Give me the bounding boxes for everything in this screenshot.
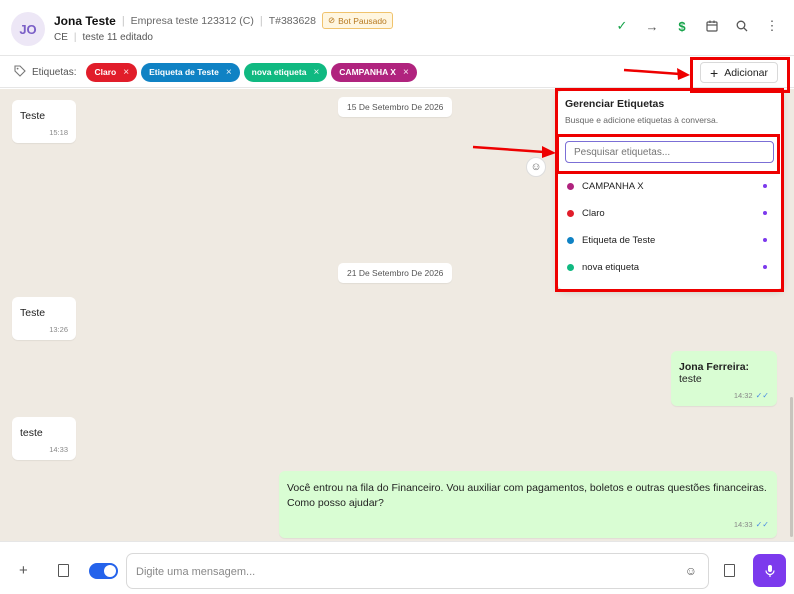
tag-chip-claro: Claro ×: [86, 62, 138, 82]
ticket-number: T#383628: [268, 14, 316, 27]
add-tag-label: Adicionar: [724, 66, 768, 79]
message-meta: 14:32 ✓✓: [679, 391, 769, 400]
search-icon[interactable]: [734, 18, 750, 34]
tag-color-dot: [567, 237, 574, 244]
bot-paused-badge: ⊘ Bot Pausado: [321, 12, 393, 29]
date-divider: 21 De Setembro De 2026: [338, 263, 453, 283]
message-input[interactable]: [136, 563, 666, 581]
add-tag-button[interactable]: + Adicionar: [700, 62, 778, 83]
message-text: teste: [679, 373, 702, 385]
popover-title: Gerenciar Etiquetas: [565, 98, 665, 110]
tag-chip-label: Etiqueta de Teste: [149, 67, 219, 77]
chat-header: JO Jona Teste | Empresa teste 123312 (C)…: [0, 0, 794, 56]
status-dot: [763, 265, 767, 269]
chat-scrollbar[interactable]: [790, 397, 793, 537]
separator: |: [259, 14, 263, 27]
header-subtitle: CE | teste 11 editado: [54, 32, 153, 43]
check-circle-icon[interactable]: ✓: [614, 18, 630, 34]
smile-icon[interactable]: ☺: [526, 157, 546, 177]
tag-color-dot: [567, 264, 574, 271]
separator: |: [121, 14, 125, 27]
message-bubble[interactable]: Teste 13:26: [12, 297, 76, 340]
message-text: Você entrou na fila do Financeiro. Vou a…: [287, 482, 767, 509]
header-actions: ✓ → $ ⋮: [614, 18, 780, 34]
tag-color-dot: [567, 210, 574, 217]
message-bubble-outgoing[interactable]: Jona Ferreira: teste 14:32 ✓✓: [671, 351, 777, 406]
status-dot: [763, 238, 767, 242]
message-input-box: ☺: [126, 553, 709, 589]
attach-file-icon[interactable]: [58, 564, 69, 577]
tag-option-list: CAMPANHA X Claro Etiqueta de Teste nova …: [558, 173, 782, 281]
header-info: Jona Teste | Empresa teste 123312 (C) | …: [54, 12, 393, 29]
bot-off-icon: ⊘: [327, 15, 336, 25]
tag-chip-label: nova etiqueta: [251, 67, 307, 77]
popover-subtitle: Busque e adicione etiquetas à conversa.: [565, 115, 719, 125]
message-time: 14:32: [733, 391, 753, 400]
contact-name[interactable]: Jona Teste: [54, 14, 116, 28]
tag-option-label: CAMPANHA X: [582, 181, 644, 192]
signature-toggle[interactable]: [89, 563, 118, 579]
tag-search-input[interactable]: [565, 141, 774, 163]
status-dot: [763, 184, 767, 188]
tag-option-claro[interactable]: Claro: [558, 200, 782, 227]
remove-tag-icon[interactable]: ×: [226, 67, 232, 78]
arrow-right-icon[interactable]: →: [644, 18, 660, 34]
dollar-icon[interactable]: $: [674, 18, 690, 34]
tag-option-nova-etiqueta[interactable]: nova etiqueta: [558, 254, 782, 281]
message-text: Teste: [20, 307, 46, 319]
message-text: teste: [20, 427, 43, 439]
microphone-icon: [764, 564, 775, 577]
tag-chip-label: Claro: [94, 67, 117, 77]
date-divider: 15 De Setembro De 2026: [338, 97, 453, 117]
tag-option-label: nova etiqueta: [582, 262, 640, 273]
message-time: 14:33: [733, 520, 753, 529]
message-bubble[interactable]: teste 14:33: [12, 417, 76, 460]
tag-icon: [14, 64, 26, 80]
plus-icon[interactable]: +: [19, 563, 28, 578]
remove-tag-icon[interactable]: ×: [313, 67, 319, 78]
double-check-icon: ✓✓: [755, 391, 769, 400]
more-vertical-icon[interactable]: ⋮: [764, 18, 780, 34]
remove-tag-icon[interactable]: ×: [403, 67, 409, 78]
state-label: CE: [54, 32, 68, 43]
tag-option-campanha-x[interactable]: CAMPANHA X: [558, 173, 782, 200]
quick-reply-icon[interactable]: [724, 564, 735, 577]
tag-chip-campanha-x: CAMPANHA X ×: [331, 62, 417, 82]
message-author: Jona Ferreira:: [679, 361, 750, 373]
message-composer: + ☺: [0, 541, 794, 594]
bot-paused-label: Bot Pausado: [338, 15, 387, 26]
message-text: Teste: [20, 110, 46, 122]
subtitle-text: teste 11 editado: [82, 32, 153, 43]
message-time: 13:26: [49, 325, 68, 334]
tag-option-label: Etiqueta de Teste: [582, 235, 656, 246]
tag-chip-etiqueta-de-teste: Etiqueta de Teste ×: [141, 62, 240, 82]
message-time: 15:18: [49, 128, 68, 137]
tag-option-label: Claro: [582, 208, 605, 219]
tags-bar: Etiquetas: Claro × Etiqueta de Teste × n…: [0, 57, 794, 88]
plus-icon: +: [710, 64, 719, 81]
avatar[interactable]: JO: [11, 12, 45, 46]
double-check-icon: ✓✓: [755, 520, 769, 529]
message-bubble[interactable]: Teste 15:18: [12, 100, 76, 143]
tags-label: Etiquetas:: [32, 66, 77, 78]
microphone-button[interactable]: [753, 554, 786, 587]
tag-chip-nova-etiqueta: nova etiqueta ×: [243, 62, 328, 82]
tag-chip-label: CAMPANHA X: [339, 67, 396, 77]
remove-tag-icon[interactable]: ×: [123, 67, 129, 78]
calendar-icon[interactable]: [704, 18, 720, 34]
separator: |: [73, 32, 77, 43]
manage-tags-popover: Gerenciar Etiquetas Busque e adicione et…: [558, 91, 782, 289]
tag-color-dot: [567, 183, 574, 190]
message-time: 14:33: [49, 445, 68, 454]
message-meta: 14:33 ✓✓: [287, 517, 769, 532]
tag-option-etiqueta-de-teste[interactable]: Etiqueta de Teste: [558, 227, 782, 254]
message-bubble-outgoing[interactable]: Você entrou na fila do Financeiro. Vou a…: [279, 471, 777, 538]
emoji-icon[interactable]: ☺: [685, 564, 697, 578]
company-name: Empresa teste 123312 (C): [130, 14, 254, 27]
status-dot: [763, 211, 767, 215]
